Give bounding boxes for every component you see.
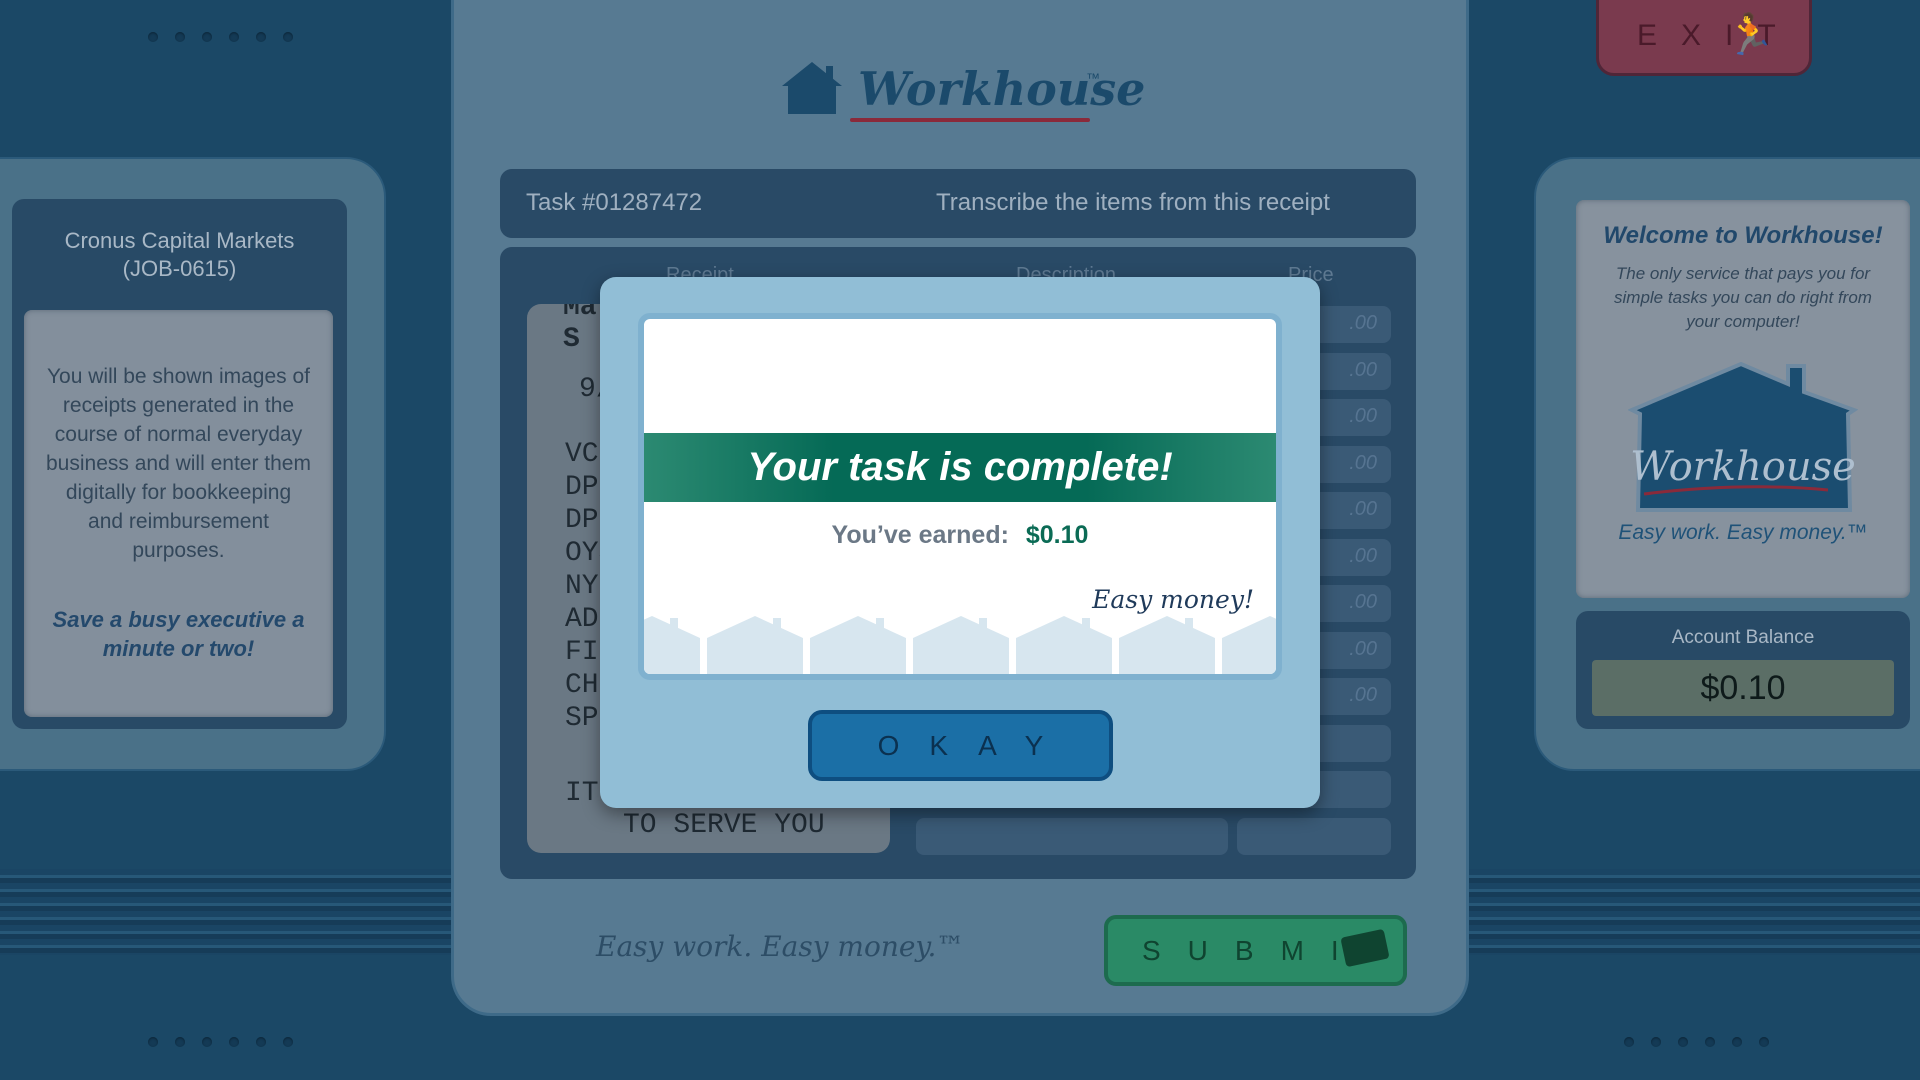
decor-stripes-left	[0, 869, 451, 955]
receipt-line: Ma	[563, 304, 597, 323]
svg-text:Workhouse: Workhouse	[1630, 444, 1856, 490]
decor-dots-top-left	[148, 32, 293, 42]
welcome-body: The only service that pays you for simpl…	[1614, 264, 1872, 331]
description-input[interactable]	[916, 817, 1228, 855]
job-id: (JOB-0615)	[122, 256, 237, 281]
workhouse-house-logo: Workhouse	[1627, 361, 1859, 512]
account-balance: Account Balance $0.10	[1576, 611, 1910, 729]
info-panel: Welcome to Workhouse! The only service t…	[1534, 157, 1920, 771]
decor-dots-bottom-left	[148, 1037, 293, 1047]
job-description: You will be shown images of receipts gen…	[46, 365, 311, 562]
receipt-line: DP	[565, 505, 599, 536]
job-tagline: Save a busy executive a minute or two!	[52, 607, 305, 661]
welcome-card: Welcome to Workhouse! The only service t…	[1576, 200, 1910, 598]
exit-button[interactable]: EXIT 🏃	[1596, 0, 1812, 76]
receipt-line: NY	[565, 571, 599, 602]
decor-stripes-right	[1469, 869, 1920, 955]
welcome-slogan: Easy work. Easy money.™	[1618, 521, 1868, 544]
receipt-line: VC	[565, 439, 599, 470]
dialog-title: Your task is complete!	[644, 433, 1276, 502]
task-complete-dialog: Your task is complete! You’ve earned: $0…	[600, 277, 1320, 808]
receipt-line: SP	[565, 703, 599, 734]
houses-decor	[644, 616, 1276, 674]
receipt-line: S	[563, 324, 580, 355]
receipt-line: TO SERVE YOU	[623, 810, 825, 841]
okay-button[interactable]: OKAY	[808, 710, 1113, 781]
receipt-line: IT	[565, 778, 599, 809]
earned-label: You’ve earned:	[831, 521, 1009, 549]
welcome-title: Welcome to Workhouse!	[1603, 222, 1883, 249]
price-input[interactable]	[1237, 817, 1391, 855]
task-header: Task #01287472 Transcribe the items from…	[500, 169, 1416, 238]
task-instruction: Transcribe the items from this receipt	[936, 189, 1330, 216]
earned-value: $0.10	[1025, 521, 1089, 549]
balance-value: $0.10	[1592, 660, 1894, 716]
job-company: Cronus Capital Markets	[64, 228, 295, 253]
easy-money-text: Easy money!	[1092, 585, 1254, 614]
dialog-content: Your task is complete! You’ve earned: $0…	[638, 313, 1282, 680]
running-man-with-briefcase-icon: 🏃	[1725, 13, 1775, 57]
job-panel: Cronus Capital Markets (JOB-0615) You wi…	[0, 157, 386, 771]
workhouse-logo: Workhouse ™	[780, 58, 1145, 124]
footer-tagline: Easy work. Easy money.™	[596, 930, 965, 963]
submit-button[interactable]: SUBMIT	[1104, 915, 1407, 986]
receipt-line: DP	[565, 472, 599, 503]
task-number: Task #01287472	[526, 189, 703, 216]
house-icon	[782, 62, 842, 114]
decor-dots-bottom-right	[1624, 1037, 1769, 1047]
